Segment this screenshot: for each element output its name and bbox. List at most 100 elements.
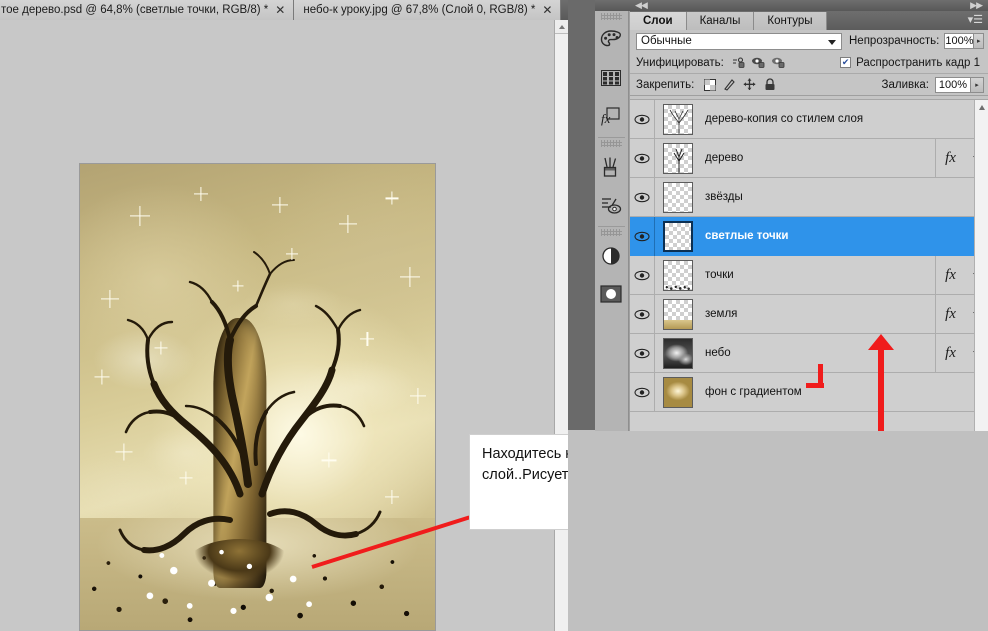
blend-mode-row: Обычные Непрозрачность: 100% ▸ bbox=[630, 30, 988, 52]
eye-icon bbox=[634, 309, 650, 319]
layer-visibility-toggle[interactable] bbox=[630, 177, 655, 217]
unify-visibility-icon[interactable] bbox=[751, 55, 768, 70]
layer-row[interactable]: фон с градиентом bbox=[630, 372, 988, 412]
canvas-vertical-scrollbar[interactable] bbox=[554, 20, 569, 631]
layer-visibility-toggle[interactable] bbox=[630, 216, 655, 256]
layer-thumbnail[interactable] bbox=[663, 259, 693, 291]
document-tab-tree[interactable]: тое дерево.psd @ 64,8% (светлые точки, R… bbox=[0, 0, 295, 20]
layer-name: фон с градиентом bbox=[705, 386, 802, 398]
rail-grip[interactable] bbox=[601, 229, 622, 236]
lock-row: Закрепить: Заливка: 100% ▸ bbox=[630, 74, 988, 96]
eye-icon bbox=[634, 387, 650, 397]
propagate-frame-checkbox[interactable]: ✔ bbox=[840, 57, 852, 68]
fill-label: Заливка: bbox=[881, 78, 929, 91]
layer-visibility-toggle[interactable] bbox=[630, 294, 655, 334]
layer-row-selected[interactable]: светлые точки bbox=[630, 216, 988, 256]
eye-icon bbox=[634, 348, 650, 358]
rail-divider bbox=[598, 226, 625, 227]
layer-name: земля bbox=[705, 308, 738, 320]
fill-input[interactable]: 100% bbox=[935, 76, 971, 93]
layer-fx-indicator[interactable]: fx bbox=[935, 295, 965, 334]
unify-style-icon[interactable] bbox=[771, 55, 788, 70]
scroll-up-arrow-icon[interactable] bbox=[555, 20, 569, 34]
layer-row[interactable]: точки fx bbox=[630, 255, 988, 295]
layer-name: светлые точки bbox=[705, 230, 789, 242]
artwork-image bbox=[79, 163, 436, 631]
tab-paths[interactable]: Контуры bbox=[754, 12, 827, 30]
masks-icon[interactable] bbox=[595, 275, 627, 313]
layer-row[interactable]: звёзды bbox=[630, 177, 988, 217]
color-palette-icon[interactable] bbox=[595, 21, 627, 59]
chevron-down-icon[interactable] bbox=[828, 39, 836, 45]
layer-thumbnail[interactable] bbox=[663, 181, 693, 213]
brushes-icon[interactable] bbox=[595, 148, 627, 186]
rail-grip[interactable] bbox=[601, 140, 622, 147]
layer-fx-indicator[interactable]: fx bbox=[935, 139, 965, 178]
layer-visibility-toggle[interactable] bbox=[630, 255, 655, 295]
layer-list[interactable]: дерево-копия со стилем слоя дерево fx зв… bbox=[630, 99, 988, 431]
layer-thumbnail[interactable] bbox=[663, 337, 693, 369]
layer-row[interactable]: дерево fx bbox=[630, 138, 988, 178]
close-icon[interactable]: ✕ bbox=[275, 4, 285, 16]
layer-thumbnail[interactable] bbox=[663, 103, 693, 135]
layer-name: небо bbox=[705, 347, 731, 359]
layer-name: точки bbox=[705, 269, 734, 281]
unify-position-icon[interactable] bbox=[731, 55, 748, 70]
layer-list-scrollbar[interactable] bbox=[974, 100, 988, 431]
layer-thumbnail[interactable] bbox=[663, 298, 693, 330]
layer-visibility-toggle[interactable] bbox=[630, 100, 655, 139]
unify-row: Унифицировать: ✔ Распространить кадр 1 bbox=[630, 52, 988, 74]
styles-fx-icon[interactable]: fx bbox=[595, 97, 627, 135]
layer-visibility-toggle[interactable] bbox=[630, 372, 655, 412]
eye-icon bbox=[634, 231, 650, 241]
rail-grip[interactable] bbox=[601, 13, 622, 20]
tab-channels[interactable]: Каналы bbox=[686, 12, 755, 30]
layer-row[interactable]: небо fx bbox=[630, 333, 988, 373]
lock-transparency-icon[interactable] bbox=[701, 77, 718, 92]
lock-position-icon[interactable] bbox=[741, 77, 758, 92]
rail-divider bbox=[598, 137, 625, 138]
annotation-arrow-shaft bbox=[878, 346, 884, 431]
collapse-left-icon[interactable]: ◀◀ bbox=[635, 1, 648, 10]
panel-menu-icon[interactable]: ▾☰ bbox=[968, 15, 983, 26]
document-tab-label: тое дерево.psd @ 64,8% (светлые точки, R… bbox=[1, 4, 269, 16]
opacity-input[interactable]: 100% bbox=[944, 33, 975, 49]
layer-fx-indicator[interactable]: fx bbox=[935, 256, 965, 295]
swatches-grid-icon[interactable] bbox=[595, 59, 627, 97]
document-tab-sky[interactable]: небо-к уроку.jpg @ 67,8% (Слой 0, RGB/8)… bbox=[294, 0, 562, 20]
layer-fx-indicator[interactable]: fx bbox=[935, 334, 965, 373]
layer-thumbnail[interactable] bbox=[663, 142, 693, 174]
layer-visibility-toggle[interactable] bbox=[630, 138, 655, 178]
panel-tab-strip: Слои Каналы Контуры ▾☰ bbox=[630, 11, 988, 30]
canvas-area[interactable] bbox=[0, 20, 569, 631]
tab-layers[interactable]: Слои bbox=[630, 12, 687, 30]
collapse-right-icon[interactable]: ▶▶ bbox=[970, 1, 983, 10]
collapsed-panel-rail: fx bbox=[595, 11, 629, 431]
lock-image-icon[interactable] bbox=[721, 77, 738, 92]
lock-all-icon[interactable] bbox=[761, 77, 778, 92]
fill-stepper[interactable]: ▸ bbox=[971, 76, 984, 93]
eye-icon bbox=[634, 192, 650, 202]
scroll-up-arrow-icon[interactable] bbox=[975, 100, 988, 114]
propagate-frame-label: Распространить кадр 1 bbox=[856, 56, 980, 69]
workspace-gap bbox=[568, 0, 595, 631]
document-tab-label: небо-к уроку.jpg @ 67,8% (Слой 0, RGB/8)… bbox=[303, 4, 536, 16]
adjustments-icon[interactable] bbox=[595, 237, 627, 275]
lock-label: Закрепить: bbox=[636, 78, 695, 91]
document-tab-bar: тое дерево.psd @ 64,8% (светлые точки, R… bbox=[0, 0, 568, 20]
layer-visibility-toggle[interactable] bbox=[630, 333, 655, 373]
layer-name: звёзды bbox=[705, 191, 743, 203]
layer-thumbnail[interactable] bbox=[663, 220, 693, 252]
right-dock: ◀◀ ▶▶ fx Слои Каналы Контуры ▾☰ Обычные … bbox=[595, 0, 988, 631]
blend-mode-select[interactable]: Обычные bbox=[636, 32, 842, 50]
eye-icon bbox=[634, 114, 650, 124]
layer-thumbnail[interactable] bbox=[663, 376, 693, 408]
eye-icon bbox=[634, 153, 650, 163]
opacity-label: Непрозрачность: bbox=[849, 35, 940, 47]
layer-row[interactable]: дерево-копия со стилем слоя bbox=[630, 100, 988, 139]
dock-title-bar[interactable]: ◀◀ ▶▶ bbox=[595, 0, 988, 11]
tool-presets-icon[interactable] bbox=[595, 186, 627, 224]
close-icon[interactable]: ✕ bbox=[542, 4, 552, 16]
opacity-stepper[interactable]: ▸ bbox=[974, 33, 984, 49]
layer-row[interactable]: земля fx bbox=[630, 294, 988, 334]
